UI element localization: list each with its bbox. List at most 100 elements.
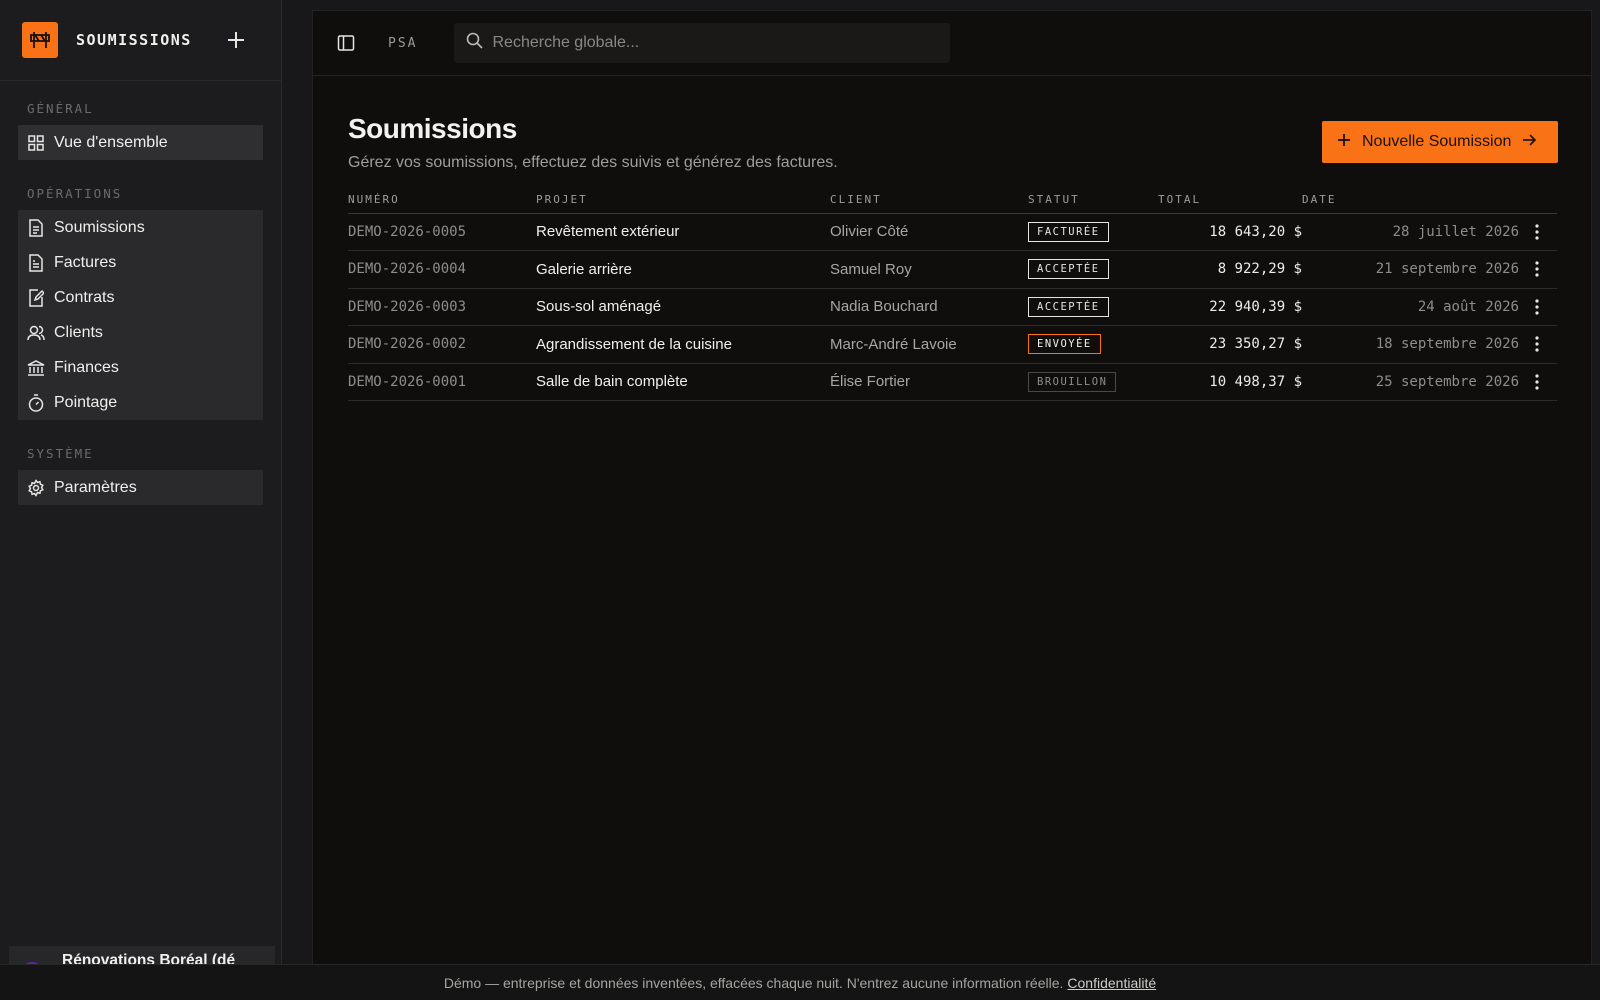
column-header-date[interactable]: DATE (1302, 187, 1519, 214)
cell-numero[interactable]: DEMO-2026-0004 (348, 250, 536, 289)
status-badge: ACCEPTÉE (1028, 259, 1109, 280)
column-header-client[interactable]: CLIENT (830, 187, 1028, 214)
brand-header: SOUMISSIONS (0, 0, 281, 81)
table-row[interactable]: DEMO-2026-0005 Revêtement extérieur Oliv… (348, 213, 1557, 251)
status-badge: BROUILLON (1028, 371, 1117, 392)
cell-date: 18 septembre 2026 (1302, 325, 1519, 364)
cell-projet: Salle de bain complète (536, 363, 830, 401)
users-icon (27, 324, 45, 342)
bank-icon (27, 359, 45, 377)
search-input[interactable] (492, 34, 933, 52)
search-box (454, 23, 951, 63)
invoice-icon (27, 253, 45, 272)
sidebar-item-label: Factures (54, 253, 117, 271)
demo-footer: Démo — entreprise et données inventées, … (0, 964, 1600, 1000)
cell-date: 25 septembre 2026 (1302, 363, 1519, 401)
status-badge: ENVOYÉE (1028, 334, 1101, 355)
column-header-statut[interactable]: STATUT (1028, 187, 1158, 214)
dashboard-icon (27, 134, 45, 152)
plus-icon (1337, 133, 1351, 152)
cell-numero[interactable]: DEMO-2026-0001 (348, 363, 536, 401)
sidebar-item-label: Finances (54, 358, 119, 376)
sidebar: SOUMISSIONS GÉNÉRAL Vue d'ensemble OPÉRA… (0, 0, 282, 1000)
sidebar-item-label: Pointage (54, 393, 118, 411)
sidebar-item-pointage[interactable]: Pointage (18, 385, 263, 420)
cell-actions (1519, 213, 1557, 251)
cell-projet: Revêtement extérieur (536, 213, 830, 251)
cell-statut: ACCEPTÉE (1028, 288, 1158, 326)
topbar: PSA (313, 11, 1591, 76)
cell-client: Olivier Côté (830, 213, 1028, 251)
cell-numero[interactable]: DEMO-2026-0005 (348, 213, 536, 251)
section-title-systeme: SYSTÈME (27, 446, 94, 461)
sidebar-item-parametres[interactable]: Paramètres (18, 470, 263, 505)
sidebar-item-label: Soumissions (54, 218, 145, 236)
cell-statut: BROUILLON (1028, 363, 1158, 401)
column-header-projet[interactable]: PROJET (536, 187, 830, 214)
column-header-numero[interactable]: NUMÉRO (348, 187, 536, 214)
cell-client: Marc-André Lavoie (830, 325, 1028, 364)
cell-date: 24 août 2026 (1302, 288, 1519, 326)
page-title: Soumissions (348, 113, 517, 144)
contract-icon (27, 288, 45, 307)
table-row[interactable]: DEMO-2026-0003 Sous-sol aménagé Nadia Bo… (348, 288, 1557, 326)
cell-client: Élise Fortier (830, 363, 1028, 401)
table-row[interactable]: DEMO-2026-0001 Salle de bain complète Él… (348, 363, 1557, 401)
cell-numero[interactable]: DEMO-2026-0003 (348, 288, 536, 326)
gear-icon (27, 478, 45, 497)
sidebar-item-finances[interactable]: Finances (18, 350, 263, 385)
table-row[interactable]: DEMO-2026-0002 Agrandissement de la cuis… (348, 325, 1557, 364)
page-subtitle: Gérez vos soumissions, effectuez des sui… (348, 154, 838, 171)
app-name: SOUMISSIONS (76, 31, 192, 49)
status-badge: FACTURÉE (1028, 221, 1109, 242)
cell-total: 18 643,20 $ (1158, 213, 1302, 251)
cell-projet: Sous-sol aménagé (536, 288, 830, 326)
sidebar-item-soumissions[interactable]: Soumissions (18, 210, 263, 245)
table-header-row: NUMÉRO PROJET CLIENT STATUT TOTAL DATE (348, 187, 1557, 214)
section-title-operations: OPÉRATIONS (27, 186, 123, 201)
cell-actions (1519, 325, 1557, 364)
more-options-icon[interactable] (1527, 259, 1547, 279)
more-options-icon[interactable] (1527, 222, 1547, 242)
cell-projet: Agrandissement de la cuisine (536, 325, 830, 364)
cell-projet: Galerie arrière (536, 250, 830, 289)
quotes-table: NUMÉRO PROJET CLIENT STATUT TOTAL DATE D… (348, 187, 1557, 401)
sidebar-item-clients[interactable]: Clients (18, 315, 263, 350)
sidebar-item-contrats[interactable]: Contrats (18, 280, 263, 315)
cell-actions (1519, 363, 1557, 401)
cell-client: Nadia Bouchard (830, 288, 1028, 326)
cell-statut: ENVOYÉE (1028, 325, 1158, 364)
sidebar-item-factures[interactable]: Factures (18, 245, 263, 280)
cell-statut: ACCEPTÉE (1028, 250, 1158, 289)
cell-total: 10 498,37 $ (1158, 363, 1302, 401)
cell-actions (1519, 288, 1557, 326)
cell-total: 22 940,39 $ (1158, 288, 1302, 326)
cell-client: Samuel Roy (830, 250, 1028, 289)
more-options-icon[interactable] (1527, 297, 1547, 317)
add-icon[interactable] (224, 28, 248, 52)
document-icon (27, 218, 45, 237)
sidebar-item-vue-ensemble[interactable]: Vue d'ensemble (18, 125, 263, 160)
timer-icon (27, 393, 45, 412)
column-header-total[interactable]: TOTAL (1158, 187, 1302, 214)
breadcrumb: PSA (388, 35, 418, 51)
sidebar-item-label: Vue d'ensemble (54, 133, 168, 151)
search-icon (466, 32, 484, 54)
more-options-icon[interactable] (1527, 372, 1547, 392)
privacy-link[interactable]: Confidentialité (1067, 975, 1156, 991)
cell-date: 28 juillet 2026 (1302, 213, 1519, 251)
cell-numero[interactable]: DEMO-2026-0002 (348, 325, 536, 364)
sidebar-toggle-icon[interactable] (334, 31, 358, 55)
app-logo-icon[interactable] (22, 22, 58, 58)
new-quote-label: Nouvelle Soumission (1362, 133, 1512, 150)
cell-actions (1519, 250, 1557, 289)
cell-total: 8 922,29 $ (1158, 250, 1302, 289)
main-panel: PSA Soumissions Gérez vos soumissions, e… (312, 10, 1592, 1000)
cell-total: 23 350,27 $ (1158, 325, 1302, 364)
arrow-right-icon (1522, 133, 1537, 152)
section-title-general: GÉNÉRAL (27, 101, 94, 116)
table-row[interactable]: DEMO-2026-0004 Galerie arrière Samuel Ro… (348, 250, 1557, 289)
more-options-icon[interactable] (1527, 334, 1547, 354)
new-quote-button[interactable]: Nouvelle Soumission (1322, 121, 1558, 163)
sidebar-item-label: Clients (54, 323, 103, 341)
